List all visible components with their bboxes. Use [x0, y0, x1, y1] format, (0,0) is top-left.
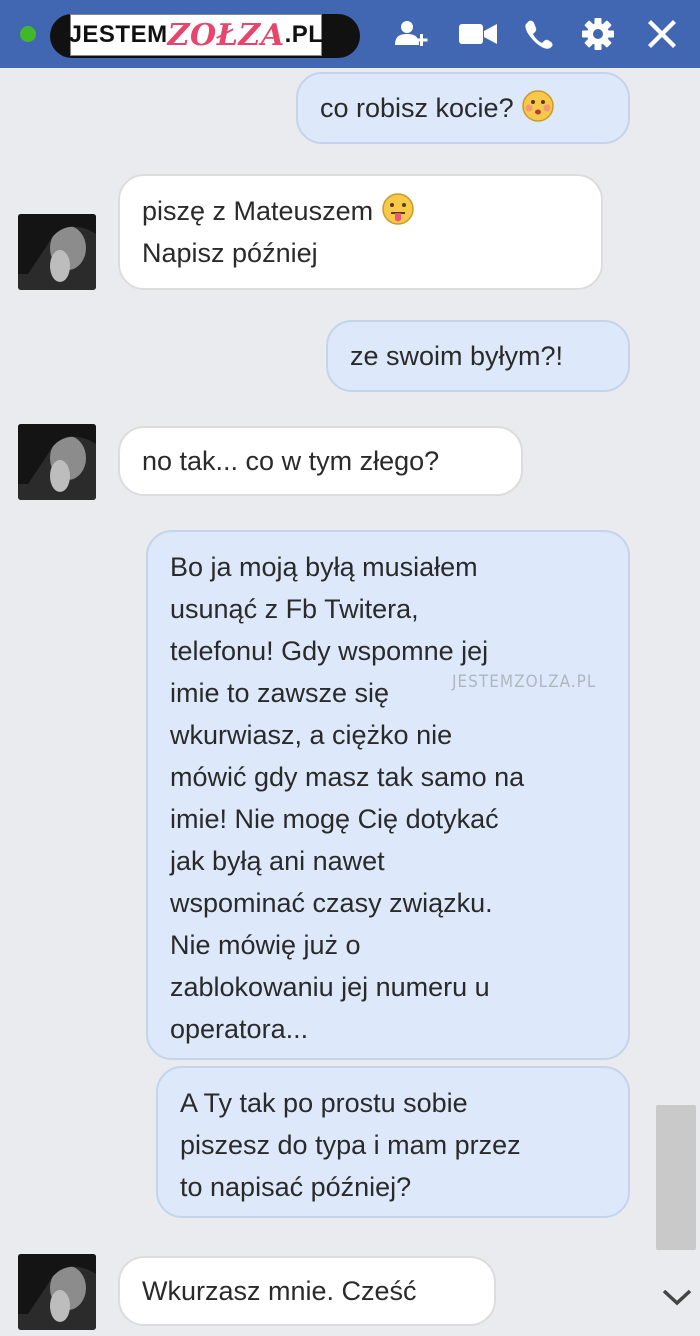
watermark-part-3: .PL [284, 21, 324, 48]
message-line: A Ty tak po prostu sobie [180, 1088, 468, 1118]
add-person-icon[interactable] [392, 14, 432, 54]
video-call-icon[interactable] [458, 14, 498, 54]
chat-header: JESTEM ZOŁZA .PL [0, 0, 700, 68]
inline-watermark-part-3: .PL [570, 672, 597, 692]
message-bubble-outgoing: ze swoim byłym?! [326, 320, 630, 392]
message-bubble-outgoing: Bo ja moją byłą musiałem usunąć z Fb Twi… [146, 530, 630, 1060]
message-line: wkurwiasz, a ciężko nie [170, 720, 453, 750]
chevron-down-icon[interactable] [660, 1280, 694, 1314]
message-line: piszę z Mateuszem [142, 196, 374, 226]
phone-icon[interactable] [518, 14, 558, 54]
message-bubble-outgoing: co robisz kocie? [296, 72, 630, 144]
close-icon[interactable] [642, 14, 682, 54]
message-line: zablokowaniu jej numeru u [170, 972, 490, 1002]
message-line: mówić gdy masz tak samo na [170, 762, 525, 792]
watermark-part-1: JESTEM [68, 21, 168, 48]
gear-icon[interactable] [578, 14, 618, 54]
online-status-dot [20, 26, 36, 42]
watermark-part-2: ZOŁZA [167, 17, 285, 53]
face-tongue-emoji [381, 193, 414, 225]
scrollbar-thumb[interactable] [656, 1105, 696, 1250]
contact-avatar[interactable] [18, 214, 96, 290]
message-text: co robisz kocie? [320, 93, 514, 123]
message-line: telefonu! Gdy wspomne jej [170, 636, 489, 666]
message-text: Wkurzasz mnie. Cześć [142, 1276, 417, 1306]
inline-watermark: JESTEMZOLZA.PL [452, 672, 596, 692]
message-line: to napisać później? [180, 1172, 412, 1202]
message-text: ze swoim byłym?! [350, 341, 564, 371]
message-line: Napisz później [142, 238, 318, 268]
message-bubble-incoming: no tak... co w tym złego? [118, 426, 523, 496]
contact-avatar[interactable] [18, 424, 96, 500]
inline-watermark-part-1: JESTEM [452, 672, 515, 692]
message-line: wspominać czasy związku. [170, 888, 493, 918]
site-watermark-logo: JESTEM ZOŁZA .PL [68, 14, 324, 56]
message-line: usunąć z Fb Twitera, [170, 594, 419, 624]
message-line: imie! Nie mogę Cię dotykać [170, 804, 499, 834]
message-bubble-incoming: Wkurzasz mnie. Cześć [118, 1256, 496, 1326]
message-line: operatora... [170, 1014, 309, 1044]
message-line: piszesz do typa i mam przez [180, 1130, 521, 1160]
message-bubble-outgoing: A Ty tak po prostu sobie piszesz do typa… [156, 1066, 630, 1218]
message-bubble-incoming: piszę z Mateuszem Napisz później [118, 174, 603, 290]
face-kiss-emoji [522, 90, 554, 122]
message-line: Bo ja moją byłą musiałem [170, 552, 478, 582]
contact-avatar[interactable] [18, 1254, 96, 1330]
message-text: no tak... co w tym złego? [142, 446, 440, 476]
message-line: Nie mówię już o [170, 930, 361, 960]
message-line: jak byłą ani nawet [170, 846, 385, 876]
inline-watermark-part-2: ZOLZA [514, 672, 571, 692]
